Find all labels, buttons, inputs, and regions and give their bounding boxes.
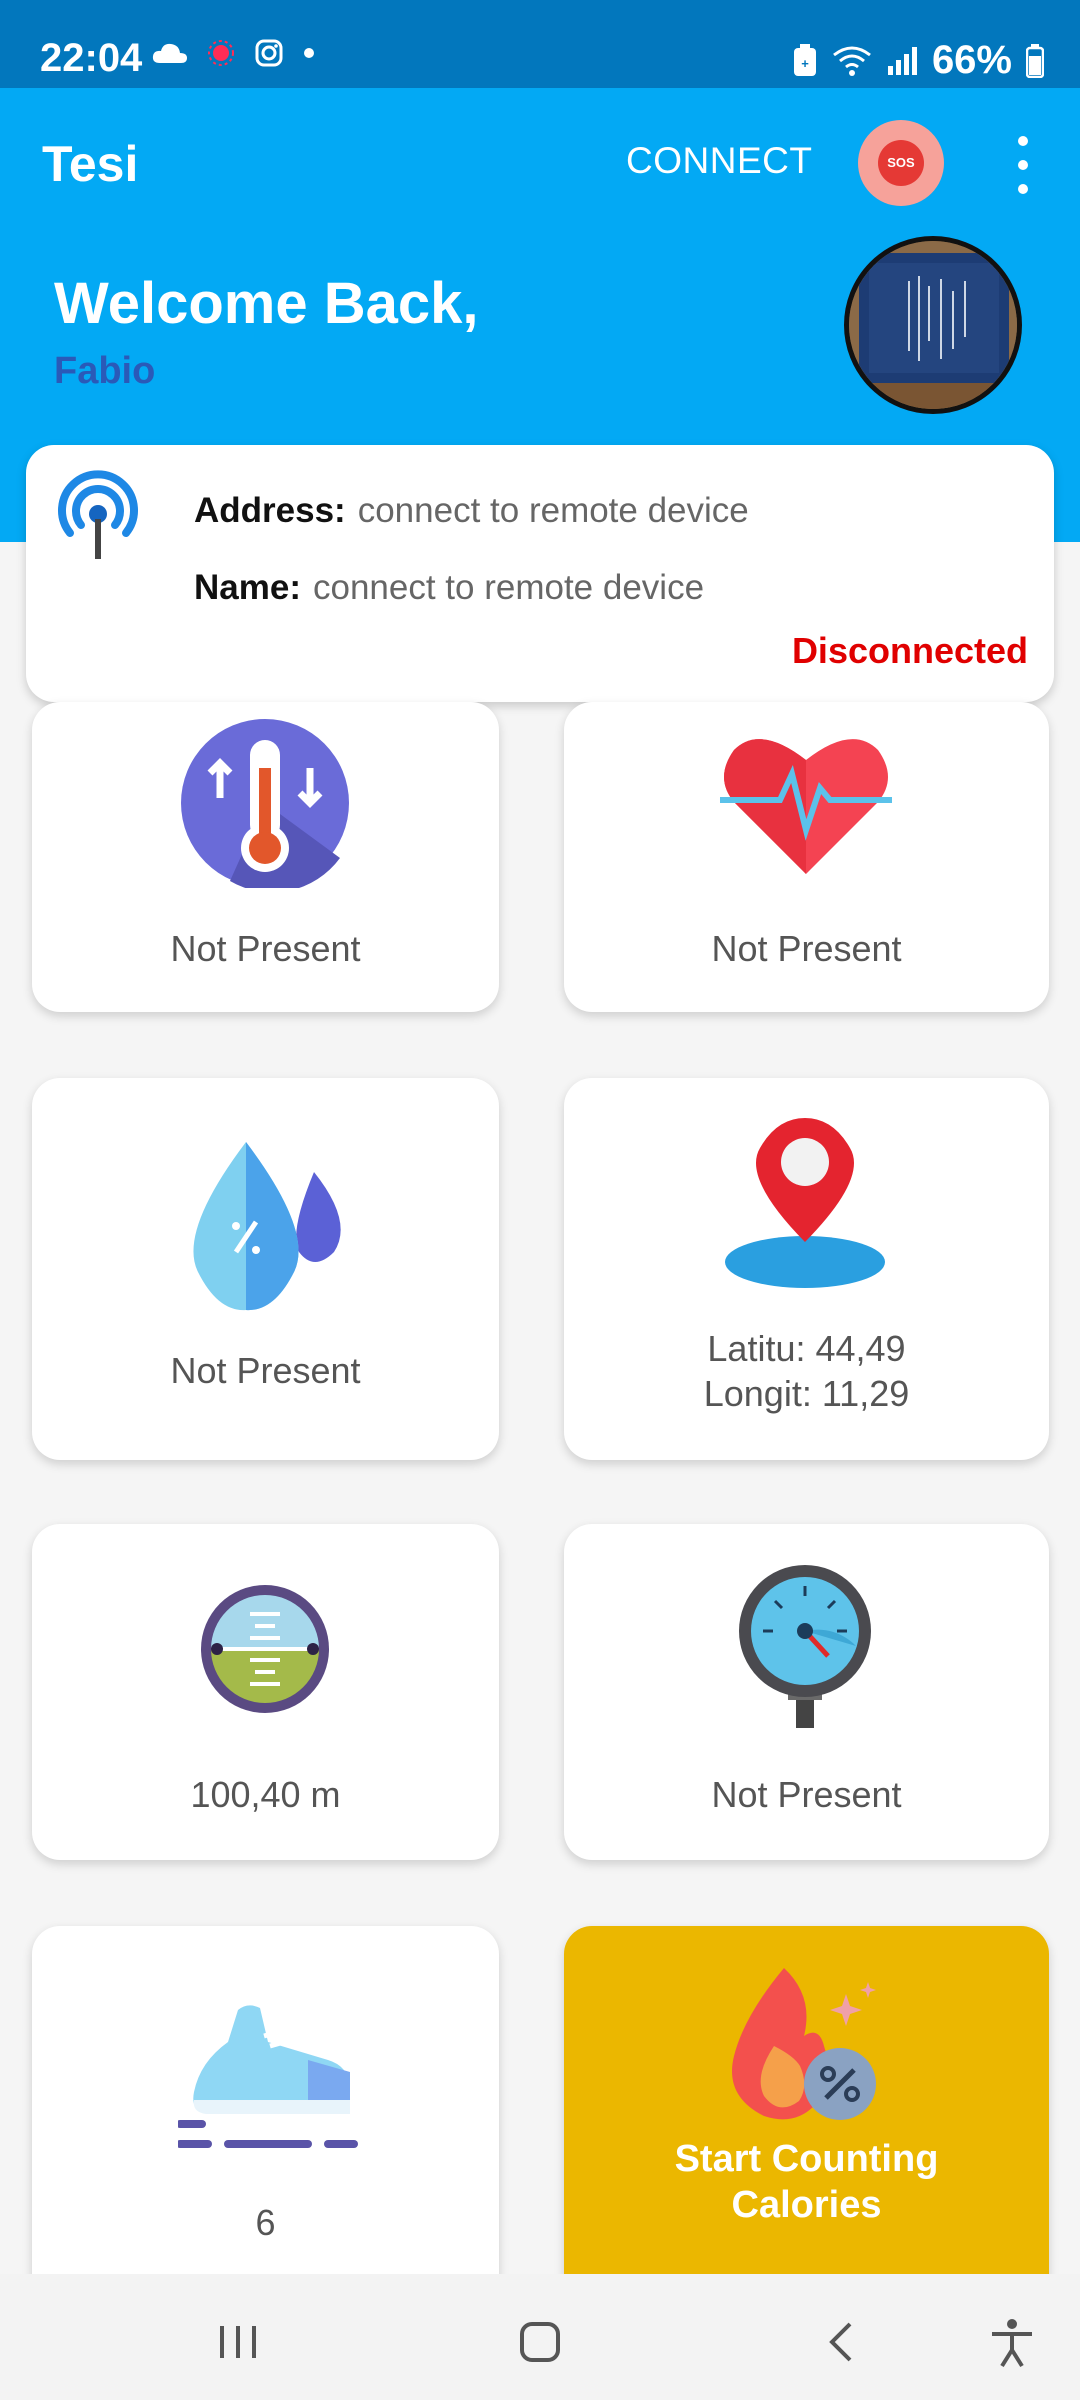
steps-tile[interactable]: 6 [32, 1926, 499, 2306]
address-label: Address: [194, 491, 346, 530]
heart-icon [720, 739, 892, 874]
app-title: Tesi [42, 136, 139, 192]
broadcast-icon [58, 470, 138, 559]
altimeter-icon [201, 1585, 329, 1713]
temperature-value: Not Present [170, 928, 361, 969]
cloud-icon [152, 43, 187, 63]
shoe-icon [178, 2005, 358, 2148]
altitude-tile[interactable]: 100,40 m [32, 1524, 499, 1860]
user-name: Fabio [54, 350, 156, 392]
name-label: Name: [194, 568, 301, 607]
wifi-icon [833, 46, 871, 76]
status-bar: 22:04 + 66% [0, 0, 1080, 88]
location-tile[interactable]: Latitu: 44,49 Longit: 11,29 [564, 1078, 1049, 1460]
welcome-title: Welcome Back, [54, 271, 479, 336]
latitude-value: Latitu: 44,49 [707, 1328, 906, 1369]
home-icon[interactable] [510, 2312, 570, 2372]
name-value: connect to remote device [312, 568, 705, 607]
heart-rate-value: Not Present [711, 928, 902, 969]
sos-icon: SOS [878, 140, 924, 186]
calories-flame-icon [732, 1968, 876, 2120]
system-navigation-bar [0, 2274, 1080, 2400]
more-notifications-icon [304, 48, 314, 58]
water-drop-icon [193, 1142, 341, 1311]
device-info-card: Address: connect to remote device Name: co… [26, 445, 1054, 702]
thermometer-icon [181, 719, 349, 888]
address-row: Address: connect to remote device [194, 491, 749, 531]
status-time: 22:04 [40, 36, 143, 80]
instagram-icon [255, 39, 283, 67]
recent-apps-icon[interactable] [208, 2312, 268, 2372]
pressure-value: Not Present [711, 1774, 902, 1815]
calories-line-1: Start Counting [674, 2138, 939, 2180]
battery-saver-icon: + [793, 43, 816, 76]
steps-value: 6 [255, 2202, 276, 2243]
sos-button[interactable]: SOS [858, 120, 944, 206]
calories-line-2: Calories [731, 2184, 882, 2226]
profile-avatar[interactable] [844, 236, 1022, 414]
avatar-image [849, 241, 1017, 409]
overflow-menu-icon[interactable] [1010, 130, 1036, 200]
name-row: Name: connect to remote device [194, 568, 704, 608]
signal-icon [887, 46, 917, 75]
location-pin-icon [725, 1118, 885, 1288]
pressure-tile[interactable]: Not Present [564, 1524, 1049, 1860]
battery-icon [1026, 43, 1044, 78]
calories-tile[interactable]: Start Counting Calories [564, 1926, 1049, 2306]
heart-rate-tile[interactable]: Not Present [564, 702, 1049, 1012]
longitude-value: Longit: 11,29 [703, 1373, 910, 1414]
connect-button[interactable]: CONNECT [626, 140, 812, 182]
address-value: connect to remote device [357, 491, 749, 530]
notification-dot-icon [208, 40, 234, 66]
svg-text:+: + [801, 56, 809, 71]
temperature-tile[interactable]: Not Present [32, 702, 499, 1012]
pressure-gauge-icon [739, 1565, 871, 1728]
humidity-value: Not Present [170, 1350, 361, 1391]
back-icon[interactable] [812, 2312, 872, 2372]
humidity-tile[interactable]: Not Present [32, 1078, 499, 1460]
accessibility-icon[interactable] [982, 2312, 1042, 2372]
connection-status: Disconnected [791, 630, 1028, 671]
battery-percent: 66% [931, 38, 1012, 82]
altitude-value: 100,40 m [190, 1774, 341, 1815]
